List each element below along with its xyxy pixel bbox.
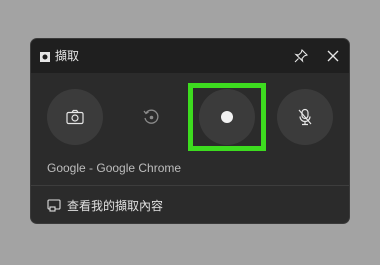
screenshot-button[interactable] (47, 89, 103, 145)
camera-icon (66, 109, 84, 125)
view-captures-link[interactable]: 查看我的擷取內容 (47, 195, 163, 215)
capture-source-label: Google - Google Chrome (47, 161, 182, 175)
widget-title: 擷取 (55, 49, 80, 63)
close-button[interactable] (323, 46, 343, 66)
record-last-30s-button[interactable] (123, 89, 179, 145)
gallery-icon (47, 198, 61, 212)
record-icon (221, 111, 233, 123)
capture-widget: 擷取 Google - Google Chrome 查看我的擷取內容 (30, 38, 350, 224)
view-captures-label: 查看我的擷取內容 (67, 198, 164, 213)
close-icon (327, 50, 339, 62)
capture-app-icon (39, 49, 51, 63)
pin-icon (294, 49, 308, 63)
record-last-30s-icon (143, 109, 159, 124)
start-recording-button[interactable] (199, 89, 255, 145)
mic-toggle-button[interactable] (277, 89, 333, 145)
mic-off-icon (298, 108, 312, 126)
pin-button[interactable] (291, 46, 311, 66)
widget-titlebar: 擷取 (31, 39, 349, 73)
divider (31, 185, 349, 186)
